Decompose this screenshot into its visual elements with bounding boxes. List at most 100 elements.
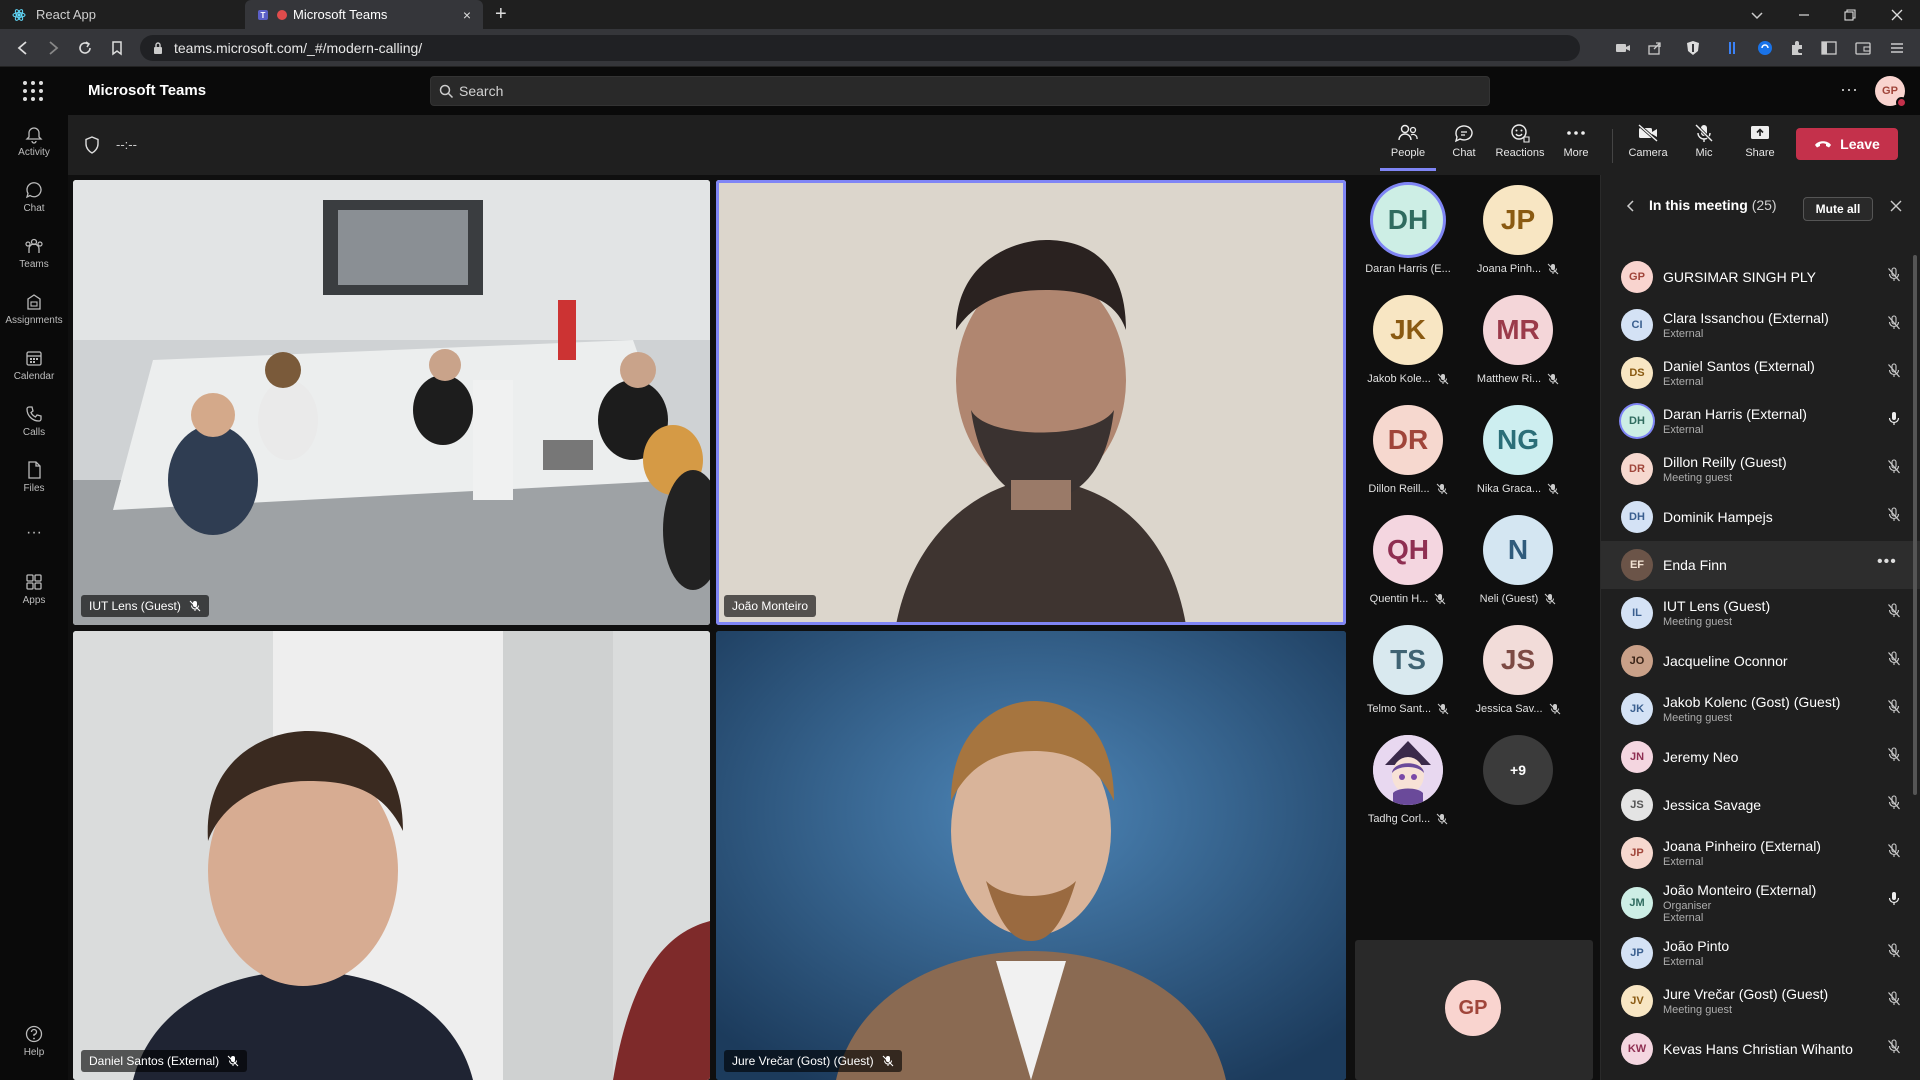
reactions-icon: [1511, 124, 1530, 143]
gallery-participant[interactable]: MR Matthew Ri...: [1468, 295, 1568, 395]
rail-item-teams[interactable]: Teams: [0, 227, 68, 279]
participant-row[interactable]: JV Jure Vrečar (Gost) (Guest) Meeting gues…: [1601, 977, 1920, 1025]
minimize-icon[interactable]: [1797, 8, 1811, 22]
gallery-participant[interactable]: TS Telmo Sant...: [1358, 625, 1458, 725]
rail-item-apps[interactable]: Apps: [0, 563, 68, 615]
participant-row[interactable]: DH Daran Harris (External) External: [1601, 397, 1920, 445]
rail-item-calendar[interactable]: Calendar: [0, 339, 68, 391]
leave-button[interactable]: Leave: [1796, 128, 1898, 160]
share-button[interactable]: Share: [1732, 123, 1788, 171]
chevron-left-icon[interactable]: [1625, 199, 1637, 213]
participant-row[interactable]: JK Jakob Kolenc (Gost) (Guest) Meeting gue…: [1601, 685, 1920, 733]
video-tile-jure-vrecar[interactable]: Jure Vrečar (Gost) (Guest): [716, 631, 1346, 1080]
participant-row[interactable]: GP GURSIMAR SINGH PLY: [1601, 253, 1920, 301]
avatar-initials: +9: [1510, 762, 1526, 778]
participant-row[interactable]: JN Jeremy Neo: [1601, 733, 1920, 781]
app-launcher-icon[interactable]: [22, 80, 44, 102]
address-bar-row: teams.microsoft.com/_#/modern-calling/: [0, 29, 1920, 67]
rail-item-files[interactable]: Files: [0, 451, 68, 503]
video-tile-joao-monteiro[interactable]: João Monteiro: [716, 180, 1346, 625]
video-tile-iut-lens[interactable]: IUT Lens (Guest): [73, 180, 710, 625]
rail-item-help[interactable]: Help: [0, 1015, 68, 1067]
tab-microsoft-teams[interactable]: T Microsoft Teams ×: [245, 0, 483, 29]
forward-icon[interactable]: [44, 39, 62, 57]
mic-on-icon: [1888, 892, 1900, 905]
tab-react-app[interactable]: React App: [0, 0, 245, 29]
gallery-participant[interactable]: JK Jakob Kole...: [1358, 295, 1458, 395]
close-icon[interactable]: [1889, 199, 1903, 213]
mic-muted-icon: [1888, 943, 1900, 958]
rail-item-chat[interactable]: Chat: [0, 171, 68, 223]
participant-row[interactable]: IL IUT Lens (Guest) Meeting guest: [1601, 589, 1920, 637]
participant-row[interactable]: DS Daniel Santos (External) External: [1601, 349, 1920, 397]
puzzle-icon[interactable]: [1788, 39, 1806, 57]
chat-button[interactable]: Chat: [1436, 123, 1492, 171]
self-preview-tile[interactable]: GP: [1355, 940, 1593, 1080]
participant-avatar: TS: [1373, 625, 1443, 695]
rail-item-activity[interactable]: Activity: [0, 115, 68, 167]
participant-label: Joana Pinh...: [1477, 263, 1559, 275]
browser-menu-icon[interactable]: [1888, 39, 1906, 57]
participant-row[interactable]: DR Dillon Reilly (Guest) Meeting guest: [1601, 445, 1920, 493]
rail-item-calls[interactable]: Calls: [0, 395, 68, 447]
avatar-initials: MR: [1496, 314, 1540, 345]
sidebar-toggle-icon[interactable]: [1820, 39, 1838, 57]
overflow-participants[interactable]: +9: [1468, 735, 1568, 835]
participant-row[interactable]: CI Clara Issanchou (External) External: [1601, 301, 1920, 349]
tab-close-button[interactable]: ×: [463, 7, 471, 23]
participant-row[interactable]: JS Jessica Savage: [1601, 781, 1920, 829]
rail-item-assignments[interactable]: Assignments: [0, 283, 68, 335]
participant-avatar: JO: [1621, 645, 1653, 677]
url-field[interactable]: teams.microsoft.com/_#/modern-calling/: [140, 35, 1580, 61]
user-avatar[interactable]: GP: [1875, 76, 1907, 108]
more-actions-button[interactable]: More: [1548, 123, 1604, 171]
participant-row[interactable]: EF Enda Finn •••: [1601, 541, 1920, 589]
panel-scrollbar[interactable]: [1913, 255, 1917, 795]
gallery-participant[interactable]: QH Quentin H...: [1358, 515, 1458, 615]
participant-row[interactable]: JM João Monteiro (External) Organiser Exter…: [1601, 877, 1920, 929]
gallery-participant[interactable]: DH Daran Harris (E...: [1358, 185, 1458, 285]
people-button[interactable]: People: [1380, 123, 1436, 171]
gallery-participant[interactable]: DR Dillon Reill...: [1358, 405, 1458, 505]
camera-button[interactable]: Camera: [1620, 123, 1676, 171]
extension-bar-icon[interactable]: [1724, 39, 1742, 57]
video-tile-daniel-santos[interactable]: Daniel Santos (External): [73, 631, 710, 1080]
participant-row[interactable]: KW Kevas Hans Christian Wihanto: [1601, 1025, 1920, 1073]
participant-row[interactable]: JP João Pinto External: [1601, 929, 1920, 977]
participant-row[interactable]: DH Dominik Hampejs: [1601, 493, 1920, 541]
camera-label: Camera: [1628, 147, 1668, 159]
participant-name: Daran Harris (E...: [1365, 263, 1451, 275]
participant-row[interactable]: JO Jacqueline Oconnor: [1601, 637, 1920, 685]
settings-more-button[interactable]: ···: [1840, 79, 1858, 100]
gallery-participant[interactable]: NG Nika Graca...: [1468, 405, 1568, 505]
gallery-participant[interactable]: Tadhg Corl...: [1358, 735, 1458, 835]
reload-icon[interactable]: [76, 39, 94, 57]
mute-all-button[interactable]: Mute all: [1803, 197, 1873, 221]
mic-muted-icon: [1888, 459, 1900, 474]
brave-shield-icon[interactable]: [1684, 39, 1702, 57]
participant-role: External: [1663, 424, 1704, 436]
search-input[interactable]: Search: [430, 76, 1490, 106]
participant-row[interactable]: JP Joana Pinheiro (External) External: [1601, 829, 1920, 877]
tab-search-chevron-icon[interactable]: [1750, 8, 1764, 22]
reactions-button[interactable]: Reactions: [1492, 123, 1548, 171]
gallery-participant[interactable]: N Neli (Guest): [1468, 515, 1568, 615]
gallery-participant[interactable]: JS Jessica Sav...: [1468, 625, 1568, 725]
tab-label: React App: [36, 7, 96, 22]
extension-circle-icon[interactable]: [1756, 39, 1774, 57]
toolbar-divider: [1612, 129, 1613, 163]
bookmark-icon[interactable]: [108, 39, 126, 57]
rail-item-more[interactable]: ···: [0, 507, 68, 559]
new-tab-button[interactable]: +: [495, 3, 507, 26]
window-close-icon[interactable]: [1890, 8, 1904, 22]
share-page-icon[interactable]: [1646, 39, 1664, 57]
meeting-info-shield-icon[interactable]: [84, 136, 100, 154]
mic-button[interactable]: Mic: [1676, 123, 1732, 171]
back-icon[interactable]: [14, 39, 32, 57]
more-options-button[interactable]: •••: [1877, 553, 1897, 571]
camera-indicator-icon[interactable]: [1614, 39, 1632, 57]
restore-icon[interactable]: [1843, 8, 1857, 22]
gallery-participant[interactable]: JP Joana Pinh...: [1468, 185, 1568, 285]
participant-name: Daran Harris (External): [1663, 406, 1807, 422]
wallet-icon[interactable]: [1854, 39, 1872, 57]
